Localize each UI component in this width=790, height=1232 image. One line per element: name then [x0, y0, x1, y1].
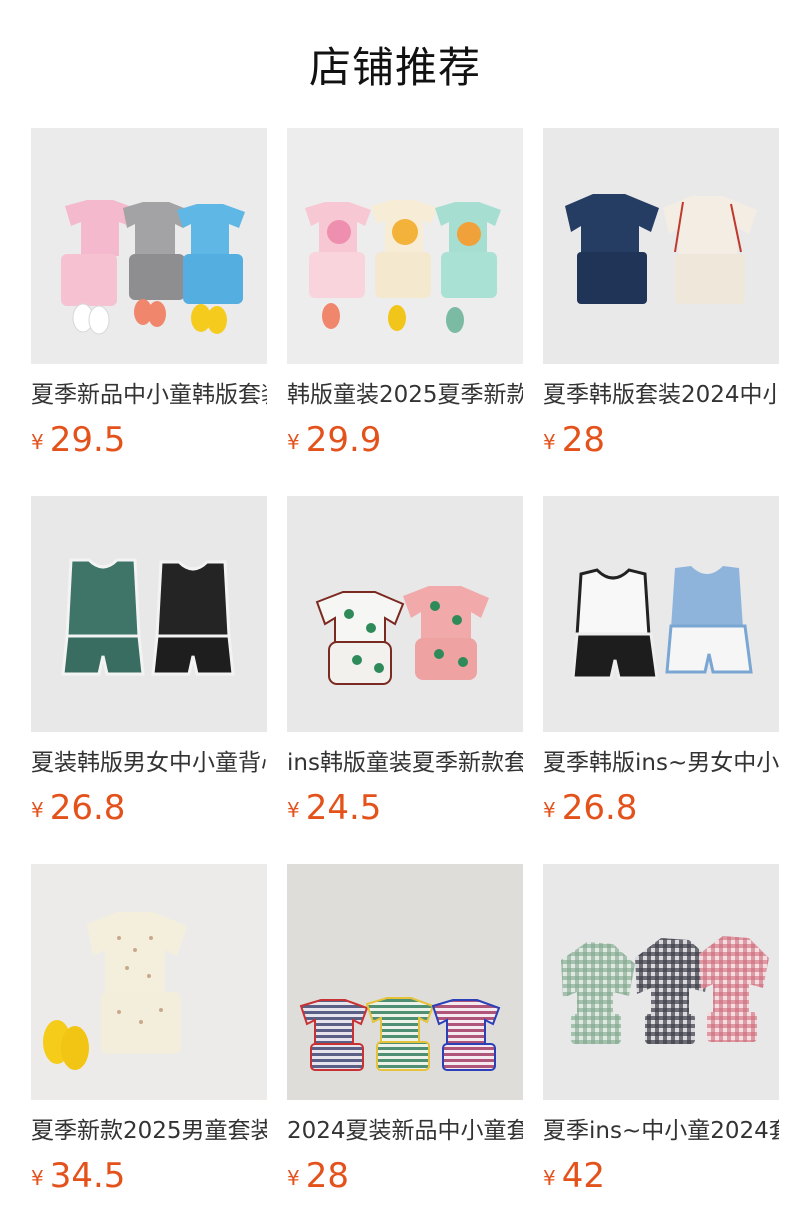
price-value: 29.5 [49, 420, 126, 460]
product-image[interactable] [31, 496, 267, 732]
price-value: 34.5 [49, 1156, 126, 1196]
product-name[interactable]: 夏装韩版男女中小童背心 [31, 748, 267, 778]
product-price: ¥34.5 [31, 1156, 267, 1196]
currency-symbol: ¥ [31, 1166, 44, 1190]
product-image[interactable] [543, 864, 779, 1100]
price-value: 42 [561, 1156, 605, 1196]
product-name[interactable]: 韩版童装2025夏季新款 [287, 380, 523, 410]
product-name[interactable]: 2024夏装新品中小童套装 [287, 1116, 523, 1146]
product-image[interactable] [31, 864, 267, 1100]
product-image[interactable] [287, 864, 523, 1100]
product-price: ¥29.5 [31, 420, 267, 460]
currency-symbol: ¥ [287, 798, 300, 822]
product-price: ¥26.8 [31, 788, 267, 828]
product-name[interactable]: ins韩版童装夏季新款套装 [287, 748, 523, 778]
currency-symbol: ¥ [543, 798, 556, 822]
product-card[interactable]: 夏季ins~中小童2024套装 ¥42 [543, 864, 779, 1232]
price-value: 24.5 [305, 788, 382, 828]
currency-symbol: ¥ [543, 1166, 556, 1190]
product-price: ¥28 [543, 420, 779, 460]
page-title: 店铺推荐 [308, 43, 481, 92]
currency-symbol: ¥ [31, 798, 44, 822]
product-price: ¥28 [287, 1156, 523, 1196]
product-price: ¥42 [543, 1156, 779, 1196]
product-grid: 夏季新品中小童韩版套装 ¥29.5 韩版童装2025夏季新款 ¥ 29.9 夏季… [31, 128, 779, 1232]
product-image[interactable] [31, 128, 267, 364]
product-price: ¥24.5 [287, 788, 523, 828]
price-value: 28 [305, 1156, 349, 1196]
product-card[interactable]: 夏季新款2025男童套装 ¥34.5 [31, 864, 267, 1232]
price-value: 26.8 [561, 788, 638, 828]
product-card[interactable]: 夏季新品中小童韩版套装 ¥29.5 [31, 128, 267, 496]
product-price: ¥29.9 [287, 420, 523, 460]
product-card[interactable]: 2024夏装新品中小童套装 ¥28 [287, 864, 523, 1232]
product-image[interactable] [287, 496, 523, 732]
price-value: 29.9 [305, 420, 382, 460]
product-name[interactable]: 夏季ins~中小童2024套装 [543, 1116, 779, 1146]
product-price: ¥26.8 [543, 788, 779, 828]
product-image[interactable] [543, 496, 779, 732]
product-name[interactable]: 夏季韩版套装2024中小童 [543, 380, 779, 410]
product-card[interactable]: 夏季韩版ins~男女中小童 ¥26.8 [543, 496, 779, 864]
product-card[interactable]: 夏季韩版套装2024中小童 ¥28 [543, 128, 779, 496]
product-name[interactable]: 夏季韩版ins~男女中小童 [543, 748, 779, 778]
product-card[interactable]: 夏装韩版男女中小童背心 ¥26.8 [31, 496, 267, 864]
product-image[interactable] [543, 128, 779, 364]
product-name[interactable]: 夏季新款2025男童套装 [31, 1116, 267, 1146]
currency-symbol: ¥ [287, 1166, 300, 1190]
price-value: 26.8 [49, 788, 126, 828]
product-card[interactable]: 韩版童装2025夏季新款 ¥29.9 [287, 128, 523, 496]
currency-symbol: ¥ [287, 430, 300, 454]
product-image[interactable] [287, 128, 523, 364]
product-name[interactable]: 夏季新品中小童韩版套装 [31, 380, 267, 410]
product-card[interactable]: ins韩版童装夏季新款套装 ¥24.5 [287, 496, 523, 864]
currency-symbol: ¥ [31, 430, 44, 454]
price-value: 28 [561, 420, 605, 460]
currency-symbol: ¥ [543, 430, 556, 454]
